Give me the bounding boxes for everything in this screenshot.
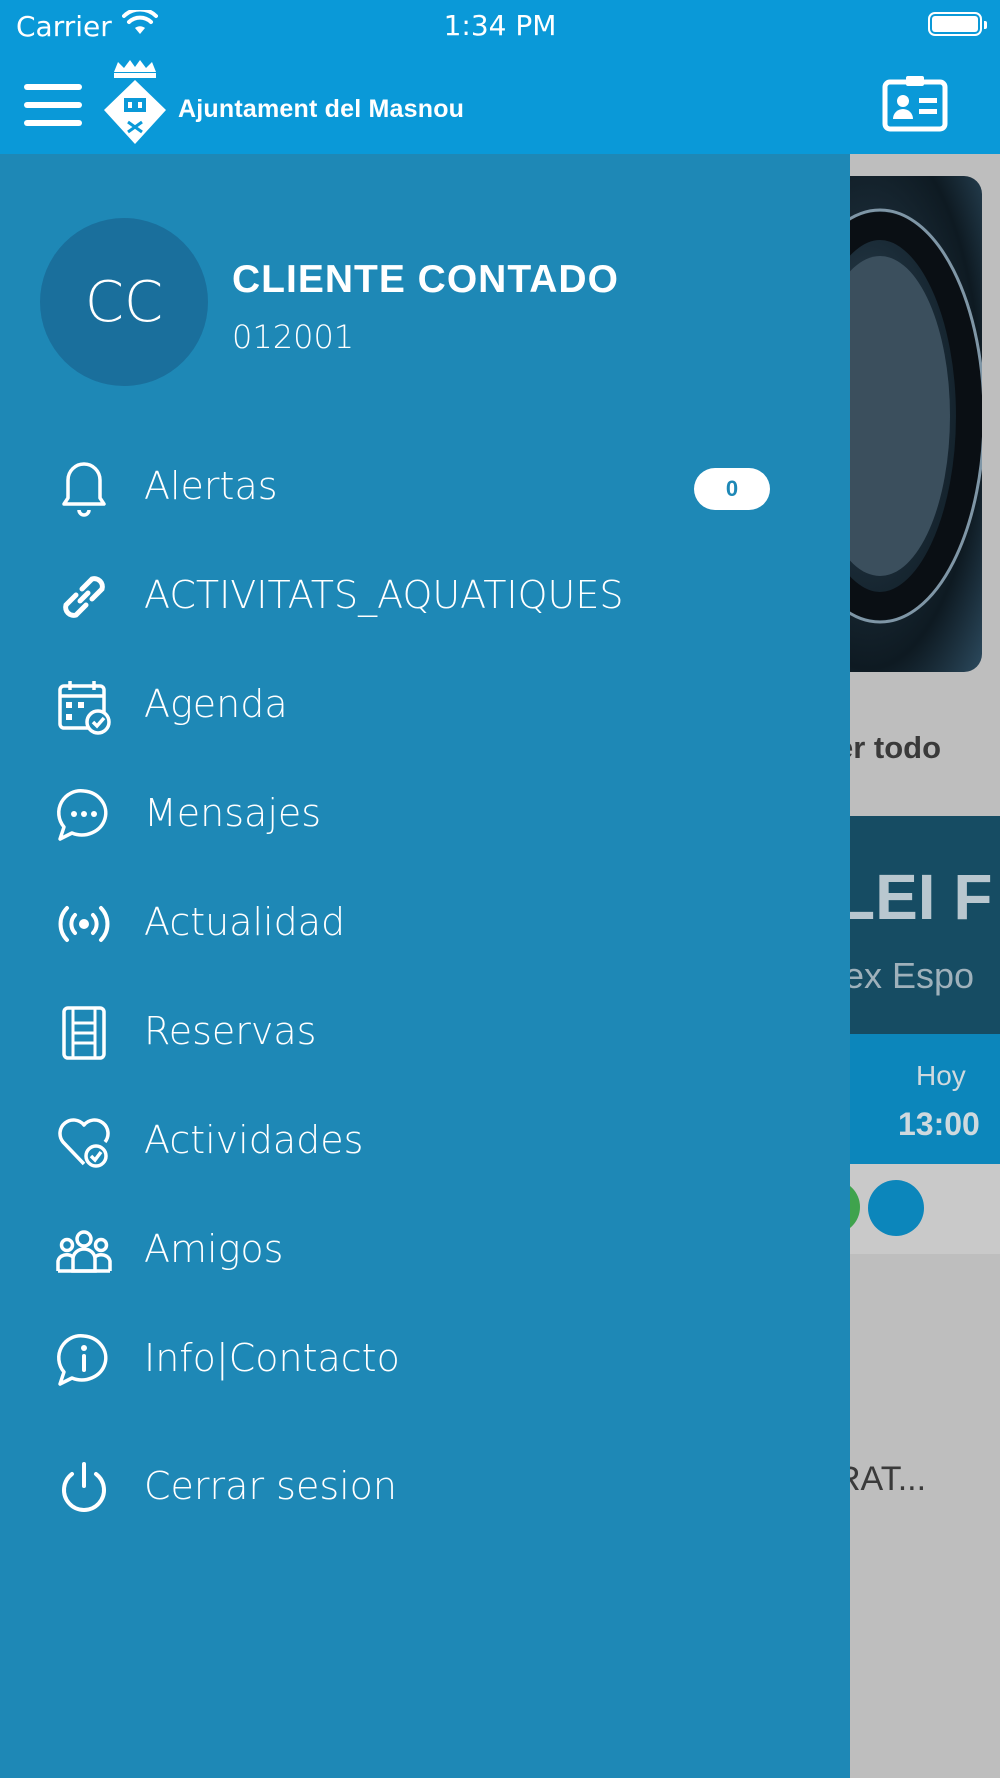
logo-text: Ajuntament del Masnou — [178, 95, 465, 123]
chat-bubble-icon — [57, 789, 108, 841]
user-name: CLIENTE CONTADO — [232, 258, 619, 301]
id-card-icon[interactable] — [882, 74, 948, 132]
menu-item-label: Reservas — [144, 1009, 317, 1053]
link-icon — [63, 576, 105, 618]
heart-check-icon — [58, 1118, 110, 1168]
menu-item-amigos[interactable]: Amigos — [0, 1203, 850, 1299]
gender-icon — [868, 1180, 924, 1236]
avatar[interactable]: CC — [40, 218, 208, 386]
user-code: 012001 — [232, 318, 355, 356]
event-day: Hoy — [916, 1060, 966, 1091]
see-all-link[interactable]: er todo — [836, 730, 941, 766]
menu-item-activitats-aquatiques[interactable]: ACTIVITATS_AQUATIQUES — [0, 549, 850, 645]
menu-item-label: Actualidad — [144, 900, 346, 944]
clock: 1:34 PM — [443, 9, 557, 42]
menu-item-reservas[interactable]: Reservas — [0, 985, 850, 1081]
event-subtitle: lex Espo — [836, 955, 975, 996]
menu-item-agenda[interactable]: Agenda — [0, 658, 850, 754]
menu-item-info-contacto[interactable]: Info|Contacto — [0, 1312, 850, 1408]
film-strip-icon — [62, 1006, 106, 1060]
menu-item-label: Alertas — [144, 464, 278, 508]
menu-item-alertas[interactable]: Alertas 0 — [0, 440, 850, 536]
menu-item-mensajes[interactable]: Mensajes — [0, 767, 850, 863]
broadcast-icon — [58, 906, 110, 942]
side-drawer: CC CLIENTE CONTADO 012001 Alertas 0 ACTI… — [0, 154, 850, 1778]
info-bubble-icon — [57, 1334, 108, 1386]
calendar-check-icon — [58, 681, 111, 735]
municipality-shield-icon — [104, 60, 166, 144]
menu-item-label: Amigos — [144, 1227, 284, 1271]
event-title: LEI F — [836, 861, 993, 933]
menu-item-label: ACTIVITATS_AQUATIQUES — [144, 573, 624, 617]
power-icon — [62, 1462, 106, 1512]
menu-item-actualidad[interactable]: Actualidad — [0, 876, 850, 972]
menu-item-actividades[interactable]: Actividades — [0, 1094, 850, 1190]
app-header: Carrier 1:34 PM Ajuntament del Masnou — [0, 0, 1000, 154]
menu-item-label: Actividades — [144, 1118, 364, 1162]
logout-button[interactable]: Cerrar sesion — [0, 1440, 850, 1536]
alert-count-badge: 0 — [694, 468, 770, 510]
menu-item-label: Mensajes — [144, 791, 322, 835]
battery-icon — [928, 12, 987, 36]
menu-item-label: Agenda — [144, 682, 288, 726]
group-icon — [56, 1230, 112, 1273]
bell-icon — [62, 462, 106, 517]
logout-label: Cerrar sesion — [144, 1464, 398, 1508]
status-bar: Carrier 1:34 PM — [0, 0, 1000, 52]
menu-item-label: Info|Contacto — [144, 1336, 400, 1380]
event-time: 13:00 — [898, 1106, 980, 1142]
menu-toggle-button[interactable] — [24, 84, 82, 132]
